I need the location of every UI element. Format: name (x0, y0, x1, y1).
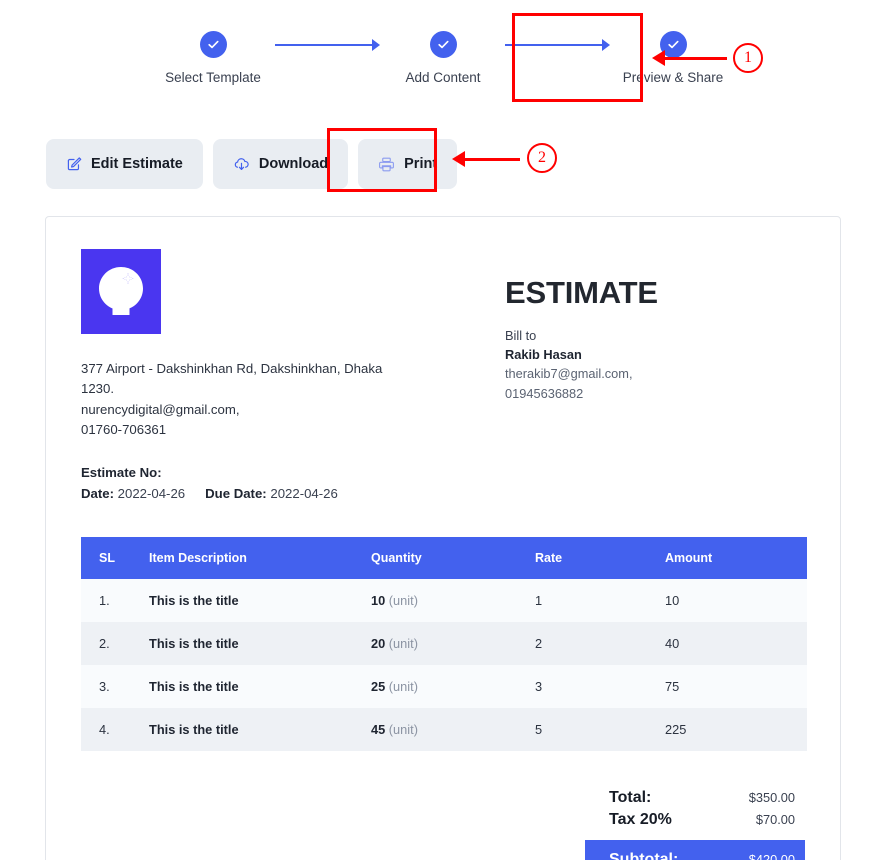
tax-value: $70.00 (755, 812, 795, 828)
bill-to-name: Rakib Hasan (505, 347, 582, 363)
subtotal-value: $420.00 (748, 852, 795, 860)
table-row: 2. This is the title 20 (unit) 2 40 (81, 622, 807, 666)
check-icon (206, 37, 221, 52)
sender-email: nurencydigital@gmail.com, (81, 401, 240, 417)
company-logo (81, 249, 161, 334)
total-row-tax: Tax 20% $70.00 (585, 809, 805, 831)
column-header-item-description: Item Description (149, 537, 371, 580)
cell-quantity: 45 (unit) (371, 708, 535, 751)
sender-address-line2: 1230. (81, 381, 115, 397)
cell-quantity-value: 25 (371, 679, 386, 695)
table-row: 4. This is the title 45 (unit) 5 225 (81, 708, 807, 752)
cell-rate: 3 (535, 679, 543, 695)
table-header-row: SL Item Description Quantity Rate Amount (81, 537, 807, 580)
due-date-value: 2022-04-26 (270, 485, 338, 501)
download-label: Download (258, 156, 329, 172)
date-label: Date: (81, 485, 114, 501)
column-header-quantity: Quantity (371, 537, 535, 580)
stepper-step-select-template[interactable]: Select Template (148, 14, 278, 85)
totals-block: Total: $350.00 Tax 20% $70.00 Subtotal: … (585, 787, 805, 860)
stepper-connector-1 (275, 31, 380, 58)
column-header-sl: SL (81, 537, 149, 580)
cell-quantity-value: 45 (371, 722, 386, 738)
cell-description: This is the title (149, 636, 239, 652)
nurency-logo-icon (93, 263, 149, 321)
cell-quantity: 20 (unit) (371, 622, 535, 665)
cell-quantity-unit: (unit) (388, 679, 418, 695)
cell-amount: 40 (665, 636, 680, 652)
cell-rate: 1 (535, 593, 543, 609)
print-button[interactable]: Print (358, 139, 458, 189)
check-icon (666, 37, 681, 52)
column-header-amount: Amount (665, 537, 807, 580)
cell-quantity-unit: (unit) (388, 636, 418, 652)
subtotal-label: Subtotal: (609, 851, 679, 860)
cell-sl: 2. (99, 636, 110, 652)
date-value: 2022-04-26 (117, 485, 186, 501)
cell-amount: 10 (665, 593, 680, 609)
cell-sl: 3. (99, 679, 110, 695)
cell-amount: 225 (665, 722, 687, 738)
cell-quantity-unit: (unit) (388, 722, 418, 738)
edit-estimate-button[interactable]: Edit Estimate (46, 139, 203, 189)
estimate-meta: Estimate No: Date: 2022-04-26 Due Date: … (81, 463, 421, 504)
annotation-arrow-2 (452, 149, 520, 167)
step-complete-circle (659, 31, 687, 58)
due-date-label: Due Date: (205, 485, 267, 501)
edit-square-icon (66, 156, 82, 172)
cell-description: This is the title (149, 722, 239, 738)
estimate-no-label: Estimate No: (81, 464, 162, 480)
stepper-step-label: Add Content (405, 70, 481, 85)
progress-stepper: Select Template Add Content Preview & Sh… (0, 14, 886, 85)
cell-sl: 1. (99, 593, 110, 609)
annotation-number-2: 2 (527, 143, 557, 173)
bill-to-block: Bill to Rakib Hasan therakib7@gmail.com,… (505, 326, 805, 403)
download-button[interactable]: Download (212, 139, 349, 189)
table-row: 1. This is the title 10 (unit) 1 10 (81, 579, 807, 623)
table-row: 3. This is the title 25 (unit) 3 75 (81, 665, 807, 709)
cloud-download-icon (233, 156, 250, 173)
cell-sl: 4. (99, 722, 110, 738)
bill-to-label: Bill to (505, 328, 537, 343)
cell-quantity: 10 (unit) (371, 579, 535, 622)
edit-estimate-label: Edit Estimate (91, 156, 183, 172)
total-label: Total: (609, 789, 652, 807)
cell-amount: 75 (665, 679, 680, 695)
step-complete-circle (429, 31, 457, 58)
bill-to-email: therakib7@gmail.com, (505, 366, 633, 382)
stepper-step-preview-and-share[interactable]: Preview & Share (608, 14, 738, 85)
document-actions-toolbar: Edit Estimate Download Print (46, 139, 458, 189)
total-value: $350.00 (748, 790, 795, 806)
stepper-step-label: Select Template (165, 70, 261, 85)
line-items-table: SL Item Description Quantity Rate Amount… (81, 537, 807, 752)
bill-to-phone: 01945636882 (505, 385, 584, 401)
total-row-subtotal: Subtotal: $420.00 (585, 840, 805, 860)
cell-description: This is the title (149, 679, 239, 695)
cell-description: This is the title (149, 593, 239, 609)
estimate-preview-card: 377 Airport - Dakshinkhan Rd, Dakshinkha… (45, 216, 841, 860)
print-label: Print (404, 156, 438, 172)
check-icon (436, 37, 451, 52)
printer-icon (378, 156, 395, 173)
stepper-connector-2 (505, 31, 610, 58)
cell-quantity-value: 20 (371, 636, 386, 652)
total-row-total: Total: $350.00 (585, 787, 805, 809)
sender-phone: 01760-706361 (81, 422, 167, 438)
cell-quantity: 25 (unit) (371, 665, 535, 708)
sender-address-line1: 377 Airport - Dakshinkhan Rd, Dakshinkha… (81, 361, 383, 376)
cell-quantity-unit: (unit) (388, 593, 418, 609)
step-complete-circle (199, 31, 227, 58)
sender-address: 377 Airport - Dakshinkhan Rd, Dakshinkha… (81, 359, 421, 441)
document-title: ESTIMATE (505, 275, 658, 310)
page-root: Select Template Add Content Preview & Sh… (0, 0, 886, 860)
stepper-step-add-content[interactable]: Add Content (378, 14, 508, 85)
cell-quantity-value: 10 (371, 593, 386, 609)
column-header-rate: Rate (535, 537, 665, 580)
cell-rate: 5 (535, 722, 543, 738)
cell-rate: 2 (535, 636, 543, 652)
stepper-step-label: Preview & Share (622, 70, 724, 85)
tax-label: Tax 20% (609, 811, 672, 829)
